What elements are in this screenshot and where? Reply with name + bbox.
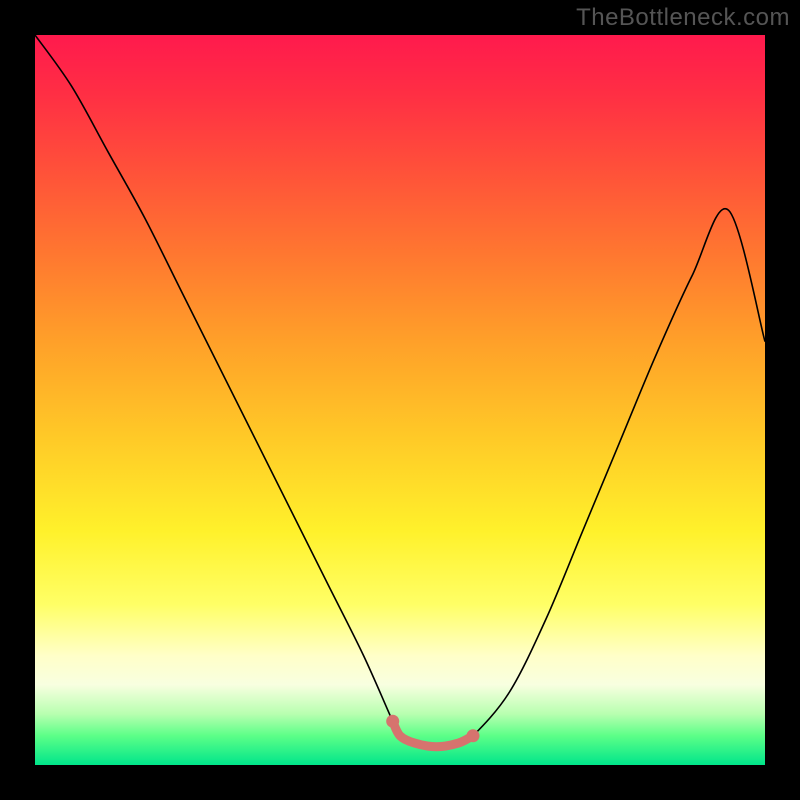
highlight-endpoint-dot — [386, 715, 399, 728]
optimal-zone-highlight — [393, 721, 473, 747]
plot-area — [35, 35, 765, 765]
watermark-text: TheBottleneck.com — [576, 4, 790, 32]
bottleneck-curve — [35, 35, 765, 747]
highlight-endpoint-dot — [467, 729, 480, 742]
chart-frame: TheBottleneck.com — [0, 0, 800, 800]
curve-layer — [35, 35, 765, 765]
